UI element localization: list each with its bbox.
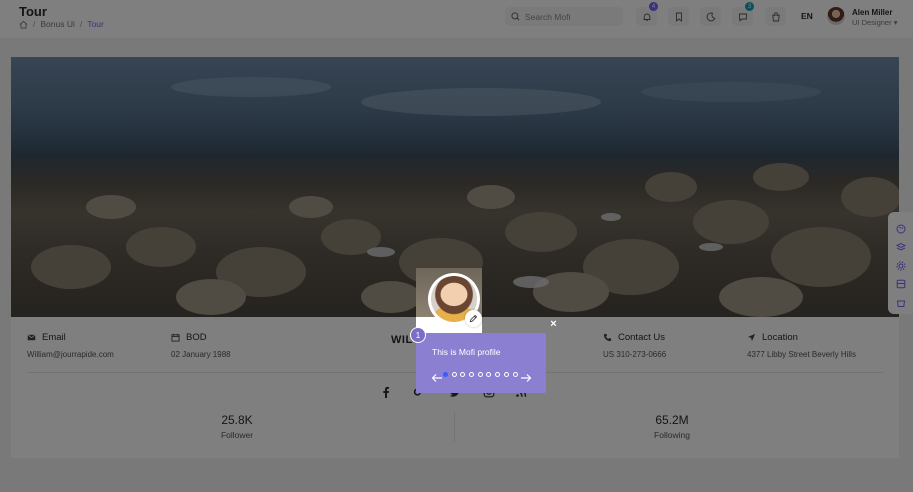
tour-overlay[interactable]: [0, 0, 913, 492]
tour-dot[interactable]: [486, 372, 492, 377]
tour-step-dots: [443, 372, 518, 377]
tour-dot[interactable]: [477, 372, 483, 377]
tour-step-number: 1: [410, 327, 426, 343]
tour-dot[interactable]: [460, 372, 466, 377]
pencil-icon: [469, 314, 478, 323]
tour-dot[interactable]: [512, 372, 518, 377]
arrow-left-icon[interactable]: [431, 370, 443, 382]
tour-step-text: This is Mofi profile: [432, 347, 501, 357]
tour-dot[interactable]: [443, 372, 448, 377]
edit-avatar-button[interactable]: [465, 310, 482, 327]
arrow-right-icon[interactable]: [520, 370, 532, 382]
tour-dot[interactable]: [503, 372, 509, 377]
tour-highlight: [416, 268, 482, 334]
tour-dot[interactable]: [495, 372, 501, 377]
close-icon[interactable]: ×: [549, 319, 558, 330]
tour-tooltip: This is Mofi profile: [416, 333, 546, 393]
tour-navigation: [431, 370, 533, 382]
tour-dot[interactable]: [469, 372, 475, 377]
tour-dot[interactable]: [451, 372, 457, 377]
